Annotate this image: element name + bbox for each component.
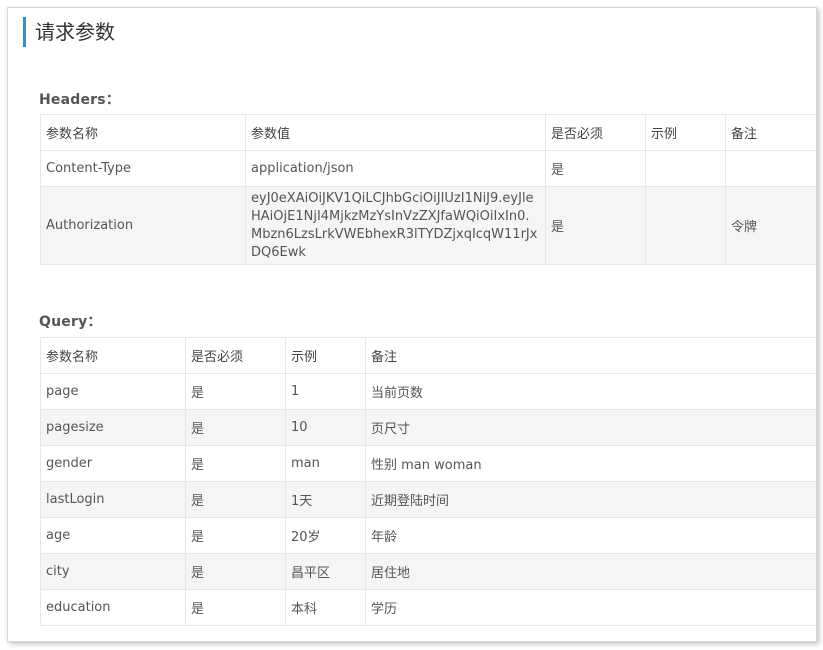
table-cell: 是 — [185, 409, 286, 446]
table-cell: 是 — [185, 553, 286, 590]
table-cell: 昌平区 — [285, 553, 366, 590]
table-row: Authorization eyJ0eXAiOiJKV1QiLCJhbGciOi… — [40, 186, 816, 265]
table-cell: 本科 — [285, 589, 366, 626]
table-cell: 是 — [185, 481, 286, 518]
table-cell: 10 — [285, 409, 366, 446]
query-table: 参数名称 是否必须 示例 备注 page 是 1 当前页数 pagesize 是… — [40, 337, 816, 626]
table-cell: 近期登陆时间 — [365, 481, 816, 518]
table-row: city 是 昌平区 居住地 — [40, 553, 816, 590]
page-title: 请求参数 — [23, 17, 115, 47]
column-header: 示例 — [285, 337, 366, 374]
table-cell: 1 — [285, 373, 366, 410]
table-row: education 是 本科 学历 — [40, 589, 816, 626]
table-cell: 页尺寸 — [365, 409, 816, 446]
table-row: pagesize 是 10 页尺寸 — [40, 409, 816, 446]
table-cell: 当前页数 — [365, 373, 816, 410]
table-cell: 是 — [185, 445, 286, 482]
table-cell: 20岁 — [285, 517, 366, 554]
table-cell: gender — [40, 445, 186, 482]
table-cell: pagesize — [40, 409, 186, 446]
column-header: 是否必须 — [185, 337, 286, 374]
table-cell: education — [40, 589, 186, 626]
table-cell: age — [40, 517, 186, 554]
table-cell: 1天 — [285, 481, 366, 518]
table-row: lastLogin 是 1天 近期登陆时间 — [40, 481, 816, 518]
table-cell: 学历 — [365, 589, 816, 626]
column-header: 参数名称 — [40, 114, 246, 151]
table-cell: page — [40, 373, 186, 410]
column-header: 参数值 — [245, 114, 546, 151]
table-cell: man — [285, 445, 366, 482]
headers-section-title: Headers： — [39, 92, 121, 108]
table-cell: 是 — [185, 517, 286, 554]
api-doc-panel: 请求参数 Headers： 参数名称 参数值 是否必须 示例 备注 Conten… — [7, 7, 817, 642]
table-cell: 令牌 — [725, 186, 816, 265]
table-cell — [645, 186, 726, 265]
table-row: Content-Type application/json 是 — [40, 150, 816, 187]
table-row: page 是 1 当前页数 — [40, 373, 816, 410]
table-cell: 是 — [545, 150, 646, 187]
table-cell: 居住地 — [365, 553, 816, 590]
table-cell: application/json — [245, 150, 546, 187]
column-header: 示例 — [645, 114, 726, 151]
table-cell: 是 — [185, 373, 286, 410]
table-cell — [645, 150, 726, 187]
table-row: age 是 20岁 年龄 — [40, 517, 816, 554]
table-cell: Authorization — [40, 186, 246, 265]
query-section-title: Query： — [39, 314, 102, 330]
table-cell: city — [40, 553, 186, 590]
table-cell — [725, 150, 816, 187]
column-header: 备注 — [725, 114, 816, 151]
table-cell: 性别 man woman — [365, 445, 816, 482]
headers-table: 参数名称 参数值 是否必须 示例 备注 Content-Type applica… — [40, 114, 816, 265]
token-value-cell: eyJ0eXAiOiJKV1QiLCJhbGciOiJIUzI1NiJ9.eyJ… — [245, 186, 546, 265]
table-cell: 是 — [545, 186, 646, 265]
table-header-row: 参数名称 参数值 是否必须 示例 备注 — [40, 114, 816, 151]
column-header: 是否必须 — [545, 114, 646, 151]
table-header-row: 参数名称 是否必须 示例 备注 — [40, 337, 816, 374]
table-cell: 年龄 — [365, 517, 816, 554]
table-cell: lastLogin — [40, 481, 186, 518]
table-row: gender 是 man 性别 man woman — [40, 445, 816, 482]
column-header: 参数名称 — [40, 337, 186, 374]
column-header: 备注 — [365, 337, 816, 374]
table-cell: 是 — [185, 589, 286, 626]
table-cell: Content-Type — [40, 150, 246, 187]
